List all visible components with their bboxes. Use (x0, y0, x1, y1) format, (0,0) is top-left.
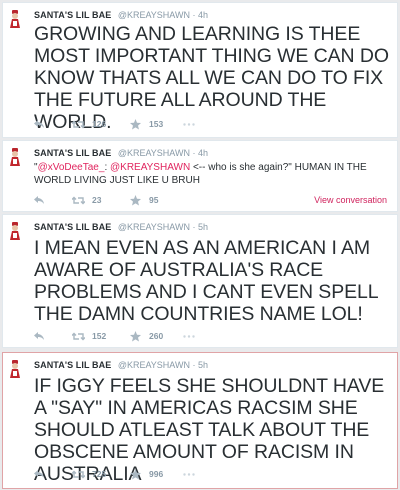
reply-icon[interactable] (34, 120, 46, 128)
retweet-count[interactable]: 725 (92, 469, 122, 479)
more-icon[interactable] (183, 334, 197, 338)
avatar-icon[interactable] (7, 359, 23, 379)
separator-dot: · (192, 222, 196, 232)
reply-icon[interactable] (34, 332, 46, 340)
tweet-timestamp[interactable]: 4h (198, 148, 208, 158)
tweet-card[interactable]: SANTA'S LIL BAE @KREAYSHAWN · 5h I MEAN … (2, 214, 398, 348)
tweet-feed: SANTA'S LIL BAE @KREAYSHAWN · 4h GROWING… (0, 0, 400, 490)
view-conversation-link[interactable]: View conversation (314, 195, 387, 205)
reply-icon[interactable] (34, 470, 46, 478)
separator-dot: · (192, 10, 196, 20)
mention-link[interactable]: @KREAYSHAWN (110, 162, 190, 173)
retweet-icon[interactable] (72, 332, 86, 341)
tweet-card[interactable]: SANTA'S LIL BAE @KREAYSHAWN · 4h GROWING… (2, 2, 398, 138)
retweet-count[interactable]: 152 (92, 331, 122, 341)
author-handle[interactable]: @KREAYSHAWN (118, 148, 190, 158)
tweet-header: SANTA'S LIL BAE @KREAYSHAWN · 5h (34, 221, 208, 233)
mention-link[interactable]: @xVoDeeTae_ (38, 162, 105, 173)
author-handle[interactable]: @KREAYSHAWN (118, 10, 190, 20)
favorite-icon[interactable] (130, 118, 142, 130)
tweet-card-highlighted[interactable]: SANTA'S LIL BAE @KREAYSHAWN · 5h IF IGGY… (2, 352, 398, 489)
favorite-icon[interactable] (130, 330, 142, 342)
tweet-timestamp[interactable]: 5h (198, 222, 208, 232)
favorite-count[interactable]: 996 (149, 469, 179, 479)
tweet-actions: 152 260 (34, 329, 197, 343)
tweet-card[interactable]: SANTA'S LIL BAE @KREAYSHAWN · 4h "@xVoDe… (2, 140, 398, 212)
tweet-header: SANTA'S LIL BAE @KREAYSHAWN · 4h (34, 9, 208, 21)
tweet-header: SANTA'S LIL BAE @KREAYSHAWN · 4h (34, 147, 208, 159)
more-icon[interactable] (183, 472, 197, 476)
author-handle[interactable]: @KREAYSHAWN (118, 222, 190, 232)
tweet-actions: 126 153 (34, 117, 197, 131)
more-icon[interactable] (183, 122, 197, 126)
retweet-icon[interactable] (72, 120, 86, 129)
favorite-icon[interactable] (130, 194, 142, 206)
favorite-count[interactable]: 95 (149, 195, 179, 205)
retweet-count[interactable]: 23 (92, 195, 122, 205)
reply-icon[interactable] (34, 196, 46, 204)
avatar-icon[interactable] (7, 221, 23, 241)
tweet-timestamp[interactable]: 4h (198, 10, 208, 20)
retweet-count[interactable]: 126 (92, 119, 122, 129)
author-name[interactable]: SANTA'S LIL BAE (34, 222, 111, 232)
author-name[interactable]: SANTA'S LIL BAE (34, 360, 111, 370)
retweet-icon[interactable] (72, 470, 86, 479)
separator-dot: · (192, 360, 196, 370)
author-handle[interactable]: @KREAYSHAWN (118, 360, 190, 370)
tweet-actions: 725 996 (34, 467, 197, 481)
author-name[interactable]: SANTA'S LIL BAE (34, 10, 111, 20)
separator-dot: · (192, 148, 196, 158)
tweet-timestamp[interactable]: 5h (198, 360, 208, 370)
tweet-header: SANTA'S LIL BAE @KREAYSHAWN · 5h (34, 359, 208, 371)
avatar-icon[interactable] (7, 147, 23, 167)
favorite-count[interactable]: 153 (149, 119, 179, 129)
favorite-icon[interactable] (130, 468, 142, 480)
author-name[interactable]: SANTA'S LIL BAE (34, 148, 111, 158)
retweet-icon[interactable] (72, 196, 86, 205)
avatar-icon[interactable] (7, 9, 23, 29)
tweet-text: I MEAN EVEN AS AN AMERICAN I AM AWARE OF… (34, 237, 378, 325)
tweet-text: "@xVoDeeTae_: @KREAYSHAWN <-- who is she… (34, 161, 389, 187)
favorite-count[interactable]: 260 (149, 331, 179, 341)
tweet-actions: 23 95 (34, 193, 179, 207)
